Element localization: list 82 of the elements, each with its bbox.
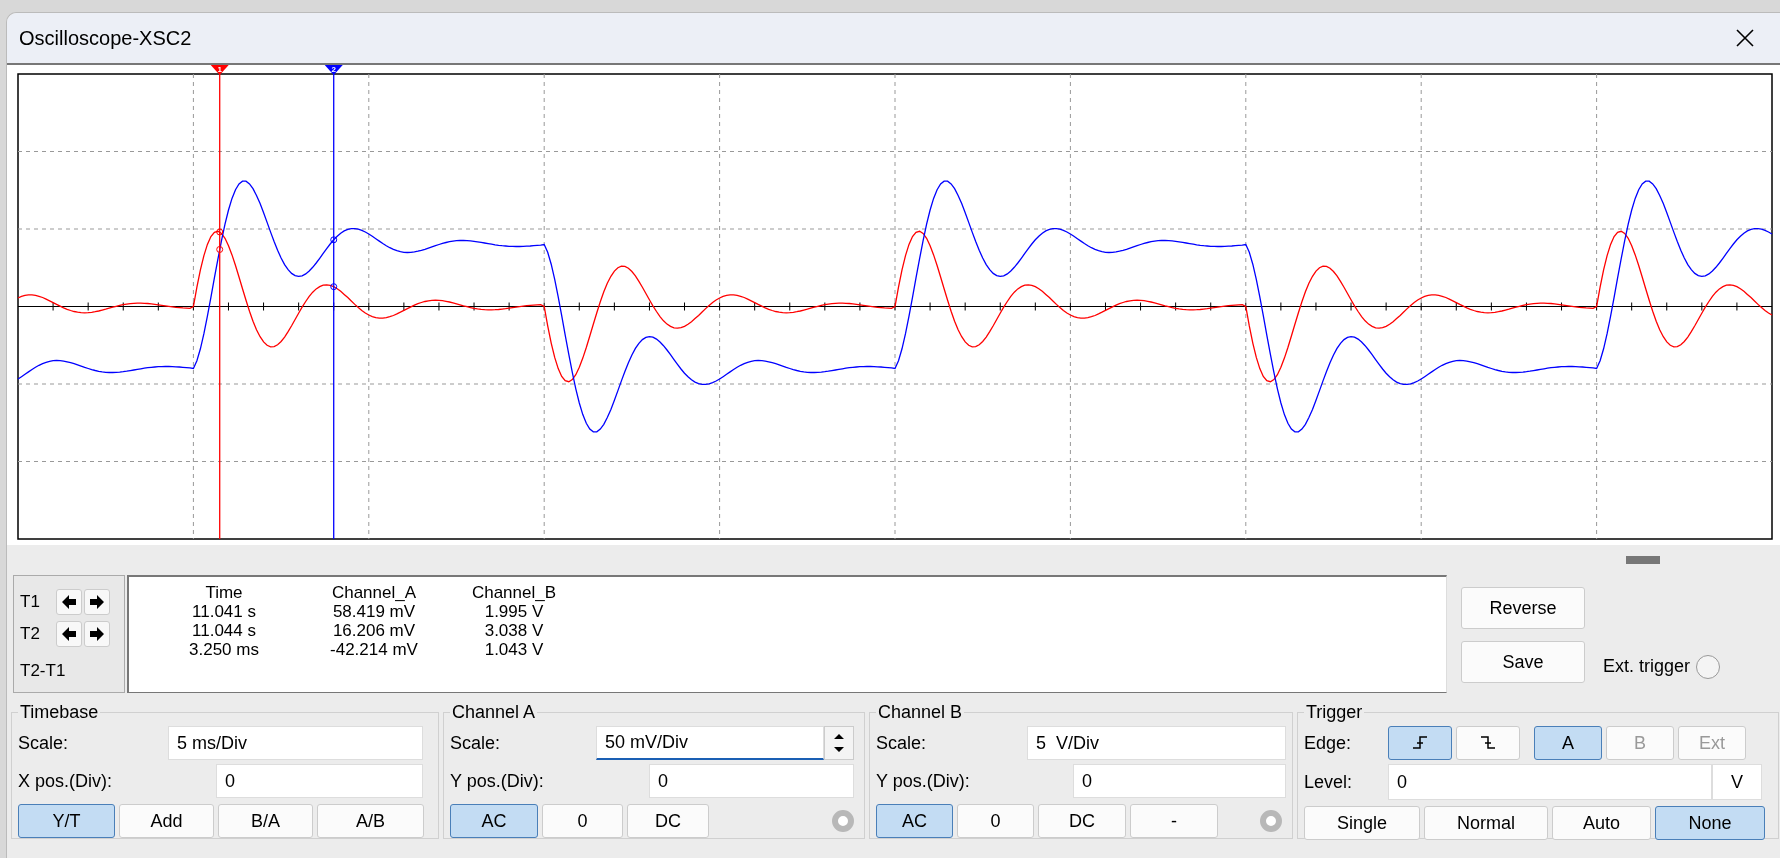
coupling-button[interactable]: AC (876, 804, 953, 838)
source-button[interactable]: A (1534, 726, 1602, 760)
coupling-button[interactable]: DC (1038, 804, 1126, 838)
mode-button[interactable]: A/B (317, 804, 424, 838)
input-field[interactable]: 50 mV/Div (596, 726, 824, 760)
column-header: Channel_B (470, 583, 558, 602)
field-label: X pos.(Div): (18, 769, 114, 793)
source-button: Ext (1678, 726, 1746, 760)
field-label: Scale: (876, 731, 928, 755)
input-field[interactable]: 5 ms/Div (168, 726, 423, 760)
cursor-point (216, 228, 224, 236)
input-field[interactable]: 5 V/Div (1027, 726, 1286, 760)
table-cell-text: 11.041 s (191, 602, 257, 621)
cursor-label: T2-T1 (20, 660, 66, 683)
table-cell-text: 16.206 mV (331, 621, 417, 640)
table-cell-text: -42.214 mV (329, 640, 419, 659)
coupling-button[interactable]: DC (627, 804, 709, 838)
coupling-button[interactable]: 0 (957, 804, 1034, 838)
table-cell-text: 11.044 s (191, 621, 257, 640)
coupling-button[interactable]: 0 (542, 804, 623, 838)
trigger-mode-button[interactable]: Normal (1424, 806, 1548, 840)
cursor: 2 (324, 65, 343, 540)
mode-button[interactable]: Y/T (18, 804, 115, 838)
cursor-label: T2 (20, 623, 41, 646)
cursor-point (330, 283, 338, 291)
arrow-left-icon (61, 595, 77, 609)
falling-edge-icon (1479, 734, 1497, 752)
coupling-button[interactable]: AC (450, 804, 538, 838)
field-label: Edge: (1304, 731, 1353, 755)
cursor-point (216, 245, 224, 253)
trigger-mode-button[interactable]: Auto (1552, 806, 1651, 840)
field-label: Y pos.(Div): (450, 769, 545, 793)
group-title: Channel B (877, 701, 964, 724)
table-cell-text: 3.250 ms (188, 640, 260, 659)
cursor-right-button[interactable] (84, 589, 110, 615)
ext-trigger-radio[interactable] (1696, 654, 1721, 679)
cursor-left-button[interactable] (56, 621, 82, 647)
status-indicator (832, 810, 854, 832)
spinner-control[interactable] (824, 726, 854, 760)
input-field[interactable]: 0 (216, 764, 423, 798)
window-title: Oscilloscope-XSC2 (19, 26, 192, 51)
table-cell-text: 3.038 V (483, 621, 545, 640)
unit-label: V (1712, 764, 1762, 800)
table-cell-text: 1.995 V (483, 602, 545, 621)
arrow-left-icon (61, 627, 77, 641)
cursor-left-button[interactable] (56, 589, 82, 615)
ext-trigger-label: Ext. trigger (1603, 655, 1691, 678)
source-button: B (1606, 726, 1674, 760)
arrow-right-icon (89, 627, 105, 641)
rising-edge-icon (1411, 734, 1429, 752)
coupling-button[interactable]: - (1130, 804, 1218, 838)
table-cell-text: 1.043 V (483, 640, 545, 659)
field-label: Level: (1304, 770, 1354, 794)
cursor-label: T1 (20, 591, 41, 614)
splitter-handle[interactable] (1626, 556, 1660, 564)
up-down-arrows-icon (834, 731, 844, 755)
cursor-right-button[interactable] (84, 621, 110, 647)
action-button[interactable]: Save (1461, 641, 1585, 683)
input-field[interactable]: 0 (1388, 764, 1712, 800)
cursor: 1 (210, 65, 229, 540)
input-field[interactable]: 0 (649, 764, 854, 798)
group-title: Trigger (1305, 701, 1364, 724)
mode-button[interactable]: Add (119, 804, 214, 838)
mode-button[interactable]: B/A (218, 804, 313, 838)
group-title: Timebase (19, 701, 100, 724)
group-title: Channel A (451, 701, 537, 724)
table-cell-text: 58.419 mV (331, 602, 417, 621)
action-button[interactable]: Reverse (1461, 587, 1585, 629)
rising-edge-button[interactable] (1388, 726, 1452, 760)
column-header: Time (204, 583, 244, 602)
falling-edge-button[interactable] (1456, 726, 1520, 760)
cursor-point (330, 236, 338, 244)
trigger-mode-button[interactable]: Single (1304, 806, 1420, 840)
field-label: Y pos.(Div): (876, 769, 971, 793)
trigger-mode-button[interactable]: None (1655, 806, 1765, 840)
field-label: Scale: (450, 731, 502, 755)
input-field[interactable]: 0 (1073, 764, 1286, 798)
arrow-right-icon (89, 595, 105, 609)
close-icon (1735, 28, 1755, 48)
column-header: Channel_A (330, 583, 418, 602)
field-label: Scale: (18, 731, 70, 755)
status-indicator (1260, 810, 1282, 832)
